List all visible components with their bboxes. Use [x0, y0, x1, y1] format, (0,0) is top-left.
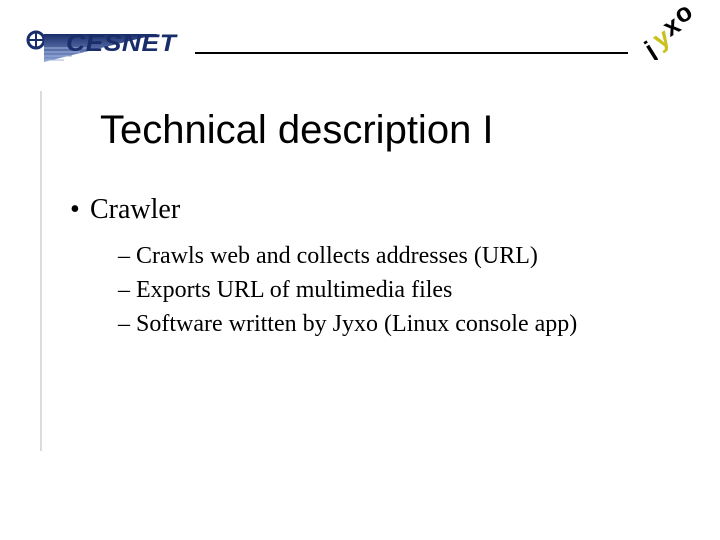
- slide-title: Technical description I: [100, 108, 494, 153]
- jyxo-logo-icon: j y x o: [634, 4, 704, 60]
- bullet-level2-text: Crawls web and collects addresses (URL): [136, 243, 538, 269]
- bullet-level2: –Software written by Jyxo (Linux console…: [118, 309, 650, 339]
- dash-icon: –: [118, 309, 136, 339]
- cesnet-logo: CESNET: [18, 18, 178, 64]
- dash-icon: –: [118, 241, 136, 271]
- jyxo-logo: j y x o: [634, 4, 704, 60]
- dash-icon: –: [118, 275, 136, 305]
- slide: CESNET j y x o Technical description I •…: [0, 0, 720, 540]
- body-divider: [40, 91, 42, 451]
- cesnet-logo-text: CESNET: [66, 30, 176, 58]
- bullet-level2: –Exports URL of multimedia files: [118, 275, 650, 305]
- bullet-level1: •Crawler: [70, 192, 650, 227]
- bullet-level2-text: Exports URL of multimedia files: [136, 277, 452, 303]
- header-divider: [195, 52, 628, 54]
- bullet-level2-text: Software written by Jyxo (Linux console …: [136, 311, 577, 337]
- bullet-dot-icon: •: [70, 192, 90, 227]
- bullet-level1-text: Crawler: [90, 194, 180, 225]
- slide-content: •Crawler –Crawls web and collects addres…: [70, 192, 650, 343]
- bullet-level2: –Crawls web and collects addresses (URL): [118, 241, 650, 271]
